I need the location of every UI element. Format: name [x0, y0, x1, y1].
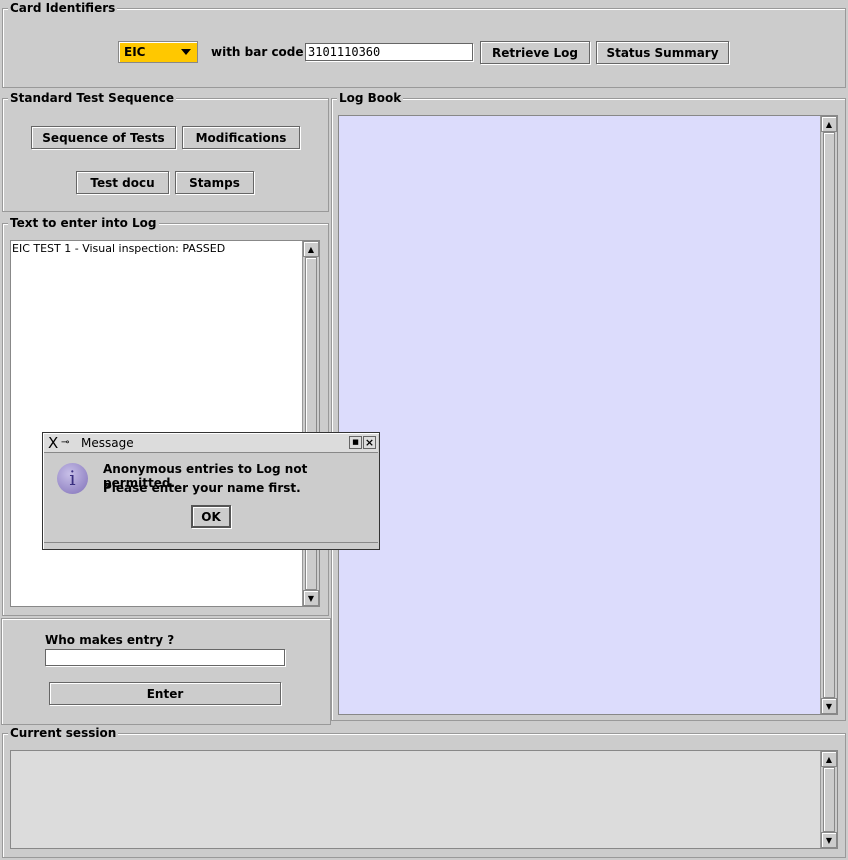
retrieve-log-button[interactable]: Retrieve Log	[480, 41, 590, 64]
scroll-thumb[interactable]	[823, 767, 835, 832]
chevron-down-icon	[181, 49, 191, 55]
minimize-button[interactable]: ■	[349, 436, 362, 449]
current-session-scrollbar[interactable]: ▲ ▼	[820, 751, 837, 848]
dialog-message-line2: Please enter your name first.	[103, 481, 301, 495]
info-icon: i	[57, 463, 88, 494]
scroll-up-icon[interactable]: ▲	[821, 116, 837, 132]
bar-code-label: with bar code	[211, 45, 304, 59]
group-title: Log Book	[337, 91, 404, 105]
scroll-down-icon[interactable]: ▼	[821, 698, 837, 714]
dialog-title-bar[interactable]: X ⊸ Message ■ ×	[44, 434, 378, 453]
message-dialog: X ⊸ Message ■ × i Anonymous entries to L…	[42, 432, 380, 550]
group-title: Text to enter into Log	[8, 216, 159, 230]
current-session-area[interactable]: ▲ ▼	[10, 750, 838, 849]
who-input[interactable]	[45, 649, 285, 666]
scroll-down-icon[interactable]: ▼	[303, 590, 319, 606]
scroll-down-icon[interactable]: ▼	[821, 832, 837, 848]
close-button[interactable]: ×	[363, 436, 376, 449]
modifications-button[interactable]: Modifications	[182, 126, 300, 149]
scroll-thumb[interactable]	[823, 132, 835, 698]
card-type-combo[interactable]: EIC	[118, 41, 198, 63]
bar-code-input[interactable]: 3101110360	[305, 43, 473, 61]
scroll-up-icon[interactable]: ▲	[303, 241, 319, 257]
group-title: Card Identifiers	[8, 1, 118, 15]
log-book-area[interactable]: ▲ ▼	[338, 115, 838, 715]
x-window-icon: X	[48, 434, 59, 452]
dialog-title: Message	[81, 436, 134, 450]
ok-button[interactable]: OK	[191, 505, 231, 528]
sequence-of-tests-button[interactable]: Sequence of Tests	[31, 126, 176, 149]
stamps-button[interactable]: Stamps	[175, 171, 254, 194]
who-label: Who makes entry ?	[45, 633, 175, 647]
test-docu-button[interactable]: Test docu	[76, 171, 169, 194]
pin-icon: ⊸	[61, 437, 70, 448]
group-title: Standard Test Sequence	[8, 91, 177, 105]
log-text-scrollbar[interactable]: ▲ ▼	[302, 241, 319, 606]
log-book-scrollbar[interactable]: ▲ ▼	[820, 116, 837, 714]
enter-button[interactable]: Enter	[49, 682, 281, 705]
log-text-area[interactable]: EIC TEST 1 - Visual inspection: PASSED ▲…	[10, 240, 320, 607]
status-summary-button[interactable]: Status Summary	[596, 41, 729, 64]
card-type-value: EIC	[124, 45, 146, 59]
standard-test-sequence-group: Standard Test Sequence	[2, 91, 329, 212]
group-title: Current session	[8, 726, 119, 740]
scroll-up-icon[interactable]: ▲	[821, 751, 837, 767]
log-text-value: EIC TEST 1 - Visual inspection: PASSED	[12, 242, 226, 255]
dialog-bottom-edge	[44, 542, 378, 548]
